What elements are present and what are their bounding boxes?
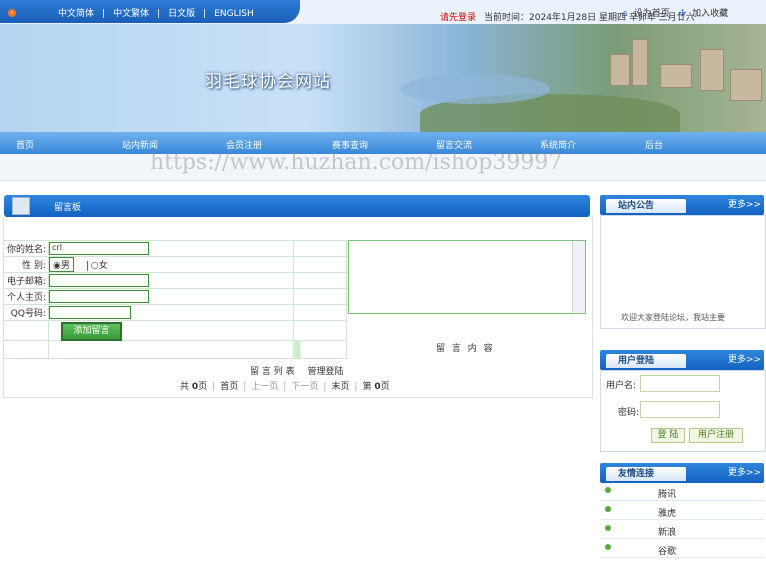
email-input[interactable] — [49, 274, 149, 287]
notice-more-link[interactable]: 更多>> — [728, 197, 761, 210]
building-graphic — [700, 49, 724, 91]
lang-simplified[interactable]: 中文简体 — [58, 9, 94, 19]
watermark: https://www.huzhan.com/ishop39997 — [150, 150, 563, 175]
banner — [0, 24, 766, 132]
list-item[interactable]: 新浪 — [601, 521, 764, 539]
login-box: 用户名: 密码: 登 陆 用户注册 — [600, 370, 766, 452]
links-title: 友情连接 — [606, 467, 686, 481]
textarea-scrollbar[interactable] — [572, 241, 585, 313]
homepage-label: 个人主页: — [3, 288, 49, 305]
link-yahoo[interactable]: 雅虎 — [658, 506, 676, 519]
login-prompt-link[interactable]: 请先登录 — [440, 13, 476, 23]
male-label: 男 — [60, 261, 70, 271]
qq-input[interactable] — [49, 306, 131, 319]
notice-title: 站内公告 — [606, 199, 686, 213]
username-input[interactable] — [640, 375, 720, 392]
register-button[interactable]: 用户注册 — [689, 428, 743, 443]
homepage-input[interactable] — [49, 290, 149, 303]
password-input[interactable] — [640, 401, 720, 418]
first-page-link[interactable]: 首页 — [220, 382, 238, 392]
message-textarea[interactable] — [348, 240, 586, 314]
female-label: 女 — [98, 261, 108, 271]
link-google[interactable]: 谷歌 — [658, 544, 676, 557]
gender-label: 性 别: — [3, 256, 49, 273]
nav-home[interactable]: 首页 — [16, 138, 34, 151]
content-label: 留 言 内 容 — [436, 344, 495, 354]
bullet-icon — [605, 487, 611, 493]
notice-box: 欢迎大家登陆论坛，我站主要 — [600, 215, 766, 329]
email-label: 电子邮箱: — [3, 272, 49, 289]
nav-admin[interactable]: 后台 — [645, 138, 663, 151]
link-tencent[interactable]: 腾讯 — [658, 487, 676, 500]
username-label: 用户名: — [606, 381, 637, 391]
add-favorite-link[interactable]: 加入收藏 — [692, 9, 728, 19]
board-header — [4, 195, 590, 217]
list-item[interactable]: 谷歌 — [601, 540, 764, 558]
qq-label: QQ号码: — [3, 304, 49, 321]
lang-english[interactable]: ENGLISH — [214, 9, 254, 19]
admin-login-link[interactable]: 管理登陆 — [307, 367, 343, 377]
ticker: 请先登录 当前时间：2024年1月28日 星期四 辛卯年 三月廿六 — [440, 10, 695, 23]
message-list-link[interactable]: 留 言 列 表 — [250, 367, 295, 377]
site-title: 羽毛球协会网站 — [205, 72, 331, 92]
guestbook-form: 你的姓名: crl 性 别: ◉男 ○女 电子邮箱: 个人主页: QQ号码: — [3, 240, 347, 359]
add-message-button[interactable]: 添加留言 — [61, 322, 122, 341]
login-title: 用户登陆 — [606, 354, 686, 368]
list-item[interactable]: 雅虎 — [601, 502, 764, 520]
monitor-icon — [12, 197, 30, 215]
female-radio[interactable]: ○ — [91, 261, 99, 271]
password-label: 密码: — [618, 408, 640, 418]
arrow-icon: › — [8, 9, 16, 17]
next-page-link[interactable]: 下一页 — [291, 382, 318, 392]
pagination: 共 0页 | 首页 | 上一页 | 下一页 | 末页 | 第 0页 — [180, 382, 390, 392]
bullet-icon — [605, 525, 611, 531]
login-button[interactable]: 登 陆 — [651, 428, 685, 443]
name-label: 你的姓名: — [3, 240, 49, 257]
building-graphic — [632, 39, 648, 86]
lang-japanese[interactable]: 日文版 — [168, 9, 195, 19]
bullet-icon — [605, 506, 611, 512]
login-more-link[interactable]: 更多>> — [728, 352, 761, 365]
building-graphic — [730, 69, 762, 101]
current-date: 当前时间：2024年1月28日 星期四 辛卯年 三月廿六 — [484, 13, 695, 23]
links-more-link[interactable]: 更多>> — [728, 465, 761, 478]
male-radio[interactable]: ◉ — [53, 261, 61, 271]
lang-traditional[interactable]: 中文繁体 — [113, 9, 149, 19]
building-graphic — [610, 54, 630, 86]
link-sina[interactable]: 新浪 — [658, 525, 676, 538]
last-page-link[interactable]: 末页 — [331, 382, 349, 392]
building-graphic — [660, 64, 692, 88]
board-links: 留 言 列 表 管理登陆 — [250, 364, 343, 377]
list-item[interactable]: 腾讯 — [601, 483, 764, 501]
language-links: 中文简体 | 中文繁体 | 日文版 | ENGLISH — [58, 9, 254, 19]
bullet-icon — [605, 544, 611, 550]
notice-text: 欢迎大家登陆论坛，我站主要 — [621, 313, 725, 322]
name-input[interactable]: crl — [49, 242, 149, 255]
prev-page-link[interactable]: 上一页 — [251, 382, 278, 392]
board-title: 留言板 — [54, 203, 82, 213]
river-graphic — [400, 74, 550, 104]
